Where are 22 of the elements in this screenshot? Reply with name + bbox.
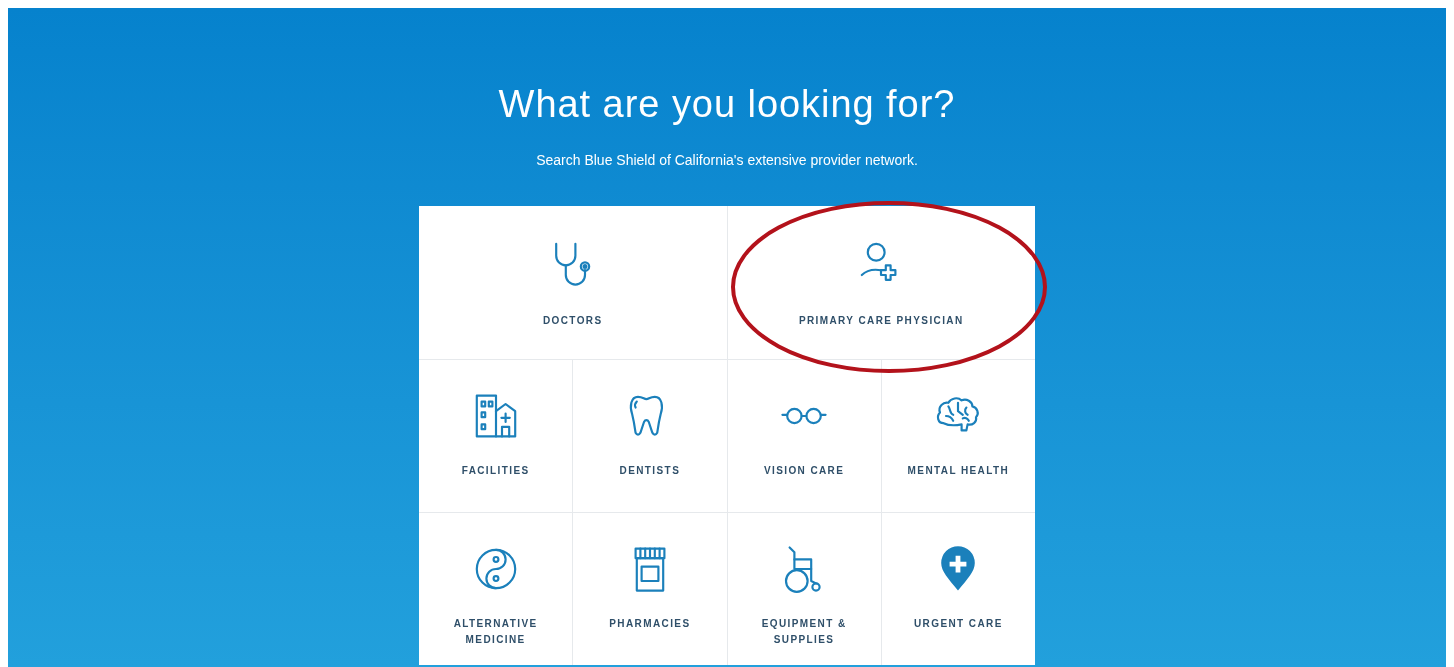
category-label: DENTISTS [619, 464, 681, 478]
category-label: URGENT CARE [914, 617, 1003, 631]
category-tile[interactable]: PRIMARY CARE PHYSICIAN [726, 206, 1035, 359]
page-heading: What are you looking for? [498, 82, 956, 127]
category-tile[interactable]: DENTISTS [572, 359, 727, 512]
page-subheading: Search Blue Shield of California's extensive provider network. [536, 151, 918, 169]
category-tile[interactable]: PHARMACIES [572, 512, 727, 665]
category-label: PHARMACIES [609, 617, 691, 631]
category-label: FACILITIES [461, 464, 530, 478]
category-label: VISION CARE [763, 464, 845, 478]
category-tile[interactable]: ALTERNATIVE MEDICINE [419, 512, 573, 665]
category-label: MENTAL HEALTH [907, 464, 1010, 478]
category-label: EQUIPMENT & SUPPLIES [760, 617, 848, 647]
category-tile[interactable]: MENTAL HEALTH [880, 359, 1035, 512]
category-label: ALTERNATIVE MEDICINE [452, 617, 539, 647]
category-tile[interactable]: FACILITIES [419, 359, 573, 512]
category-tile[interactable]: VISION CARE [726, 359, 881, 512]
category-tile[interactable]: URGENT CARE [880, 512, 1035, 665]
category-label: PRIMARY CARE PHYSICIAN [798, 314, 964, 328]
category-tile[interactable]: DOCTORS [419, 206, 727, 359]
category-label: DOCTORS [542, 314, 603, 328]
category-tile[interactable]: EQUIPMENT & SUPPLIES [726, 512, 881, 665]
